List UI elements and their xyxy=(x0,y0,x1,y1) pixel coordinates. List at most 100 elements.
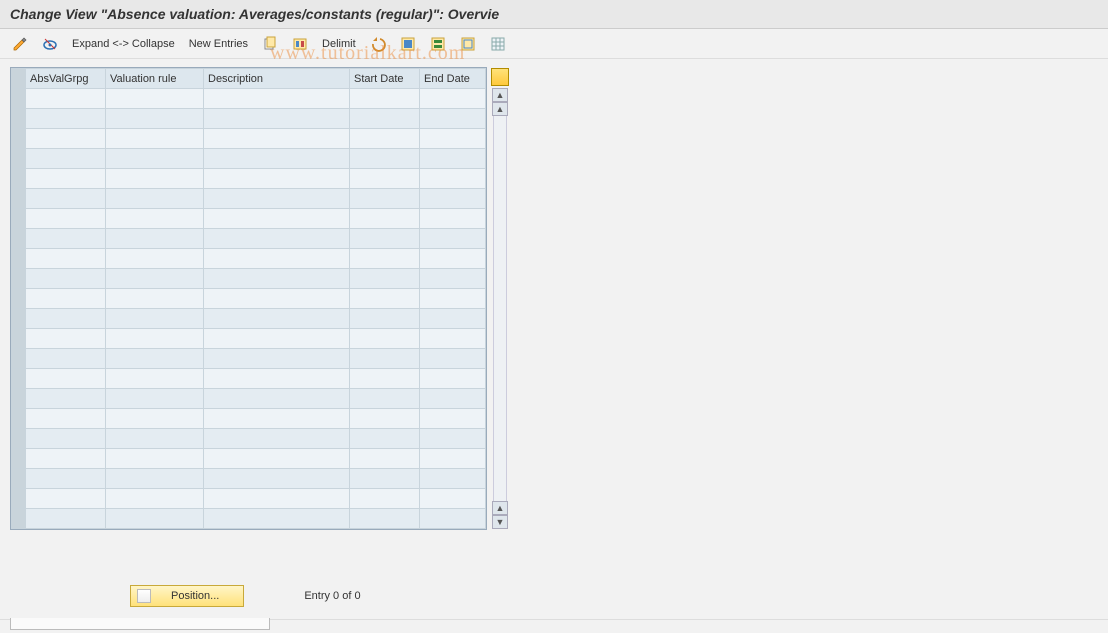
copy-icon[interactable] xyxy=(258,33,282,55)
cell[interactable] xyxy=(204,469,350,489)
table-row[interactable] xyxy=(12,209,486,229)
row-selector[interactable] xyxy=(12,249,26,269)
cell[interactable] xyxy=(420,149,486,169)
cell[interactable] xyxy=(350,89,420,109)
new-entries-button[interactable]: New Entries xyxy=(185,33,252,55)
cell[interactable] xyxy=(420,209,486,229)
table-row[interactable] xyxy=(12,329,486,349)
row-selector[interactable] xyxy=(12,289,26,309)
cell[interactable] xyxy=(420,309,486,329)
table-row[interactable] xyxy=(12,189,486,209)
cell[interactable] xyxy=(204,329,350,349)
table-row[interactable] xyxy=(12,509,486,529)
cell[interactable] xyxy=(204,289,350,309)
cell[interactable] xyxy=(106,269,204,289)
table-row[interactable] xyxy=(12,449,486,469)
scroll-down-button-2[interactable]: ▲ xyxy=(492,501,508,515)
cell[interactable] xyxy=(350,389,420,409)
table-row[interactable] xyxy=(12,89,486,109)
table-row[interactable] xyxy=(12,369,486,389)
col-description[interactable]: Description xyxy=(204,69,350,89)
cell[interactable] xyxy=(26,249,106,269)
cell[interactable] xyxy=(106,209,204,229)
cell[interactable] xyxy=(350,189,420,209)
table-settings-icon[interactable] xyxy=(486,33,510,55)
cell[interactable] xyxy=(26,149,106,169)
cell[interactable] xyxy=(420,89,486,109)
cell[interactable] xyxy=(106,109,204,129)
delete-icon[interactable] xyxy=(288,33,312,55)
cell[interactable] xyxy=(350,329,420,349)
cell[interactable] xyxy=(26,209,106,229)
cell[interactable] xyxy=(350,349,420,369)
table-row[interactable] xyxy=(12,469,486,489)
cell[interactable] xyxy=(26,349,106,369)
cell[interactable] xyxy=(204,209,350,229)
row-selector[interactable] xyxy=(12,349,26,369)
row-selector-header[interactable] xyxy=(12,69,26,89)
cell[interactable] xyxy=(26,289,106,309)
table-configure-icon[interactable] xyxy=(491,68,509,86)
row-selector[interactable] xyxy=(12,449,26,469)
cell[interactable] xyxy=(420,429,486,449)
cell[interactable] xyxy=(26,89,106,109)
cell[interactable] xyxy=(350,289,420,309)
cell[interactable] xyxy=(26,309,106,329)
cell[interactable] xyxy=(106,329,204,349)
cell[interactable] xyxy=(420,269,486,289)
cell[interactable] xyxy=(204,269,350,289)
cell[interactable] xyxy=(420,189,486,209)
cell[interactable] xyxy=(26,269,106,289)
col-start-date[interactable]: Start Date xyxy=(350,69,420,89)
row-selector[interactable] xyxy=(12,429,26,449)
table-row[interactable] xyxy=(12,129,486,149)
row-selector[interactable] xyxy=(12,329,26,349)
col-valuation-rule[interactable]: Valuation rule xyxy=(106,69,204,89)
table-row[interactable] xyxy=(12,389,486,409)
cell[interactable] xyxy=(106,149,204,169)
cell[interactable] xyxy=(106,229,204,249)
cell[interactable] xyxy=(106,389,204,409)
row-selector[interactable] xyxy=(12,109,26,129)
row-selector[interactable] xyxy=(12,389,26,409)
cell[interactable] xyxy=(204,349,350,369)
table-row[interactable] xyxy=(12,149,486,169)
cell[interactable] xyxy=(420,289,486,309)
cell[interactable] xyxy=(420,249,486,269)
cell[interactable] xyxy=(106,429,204,449)
cell[interactable] xyxy=(350,269,420,289)
scroll-track[interactable] xyxy=(493,116,507,501)
cell[interactable] xyxy=(420,489,486,509)
cell[interactable] xyxy=(204,149,350,169)
cell[interactable] xyxy=(106,349,204,369)
cell[interactable] xyxy=(350,249,420,269)
cell[interactable] xyxy=(26,509,106,529)
other-view-icon[interactable] xyxy=(38,33,62,55)
cell[interactable] xyxy=(420,169,486,189)
row-selector[interactable] xyxy=(12,149,26,169)
table-row[interactable] xyxy=(12,289,486,309)
statusbar-tab[interactable] xyxy=(10,618,270,630)
cell[interactable] xyxy=(106,369,204,389)
cell[interactable] xyxy=(420,369,486,389)
cell[interactable] xyxy=(350,129,420,149)
cell[interactable] xyxy=(350,169,420,189)
deselect-all-icon[interactable] xyxy=(456,33,480,55)
cell[interactable] xyxy=(350,429,420,449)
cell[interactable] xyxy=(106,89,204,109)
cell[interactable] xyxy=(204,509,350,529)
position-button[interactable]: Position... xyxy=(130,585,244,607)
cell[interactable] xyxy=(420,109,486,129)
cell[interactable] xyxy=(204,489,350,509)
cell[interactable] xyxy=(26,189,106,209)
cell[interactable] xyxy=(350,149,420,169)
toggle-display-change-icon[interactable] xyxy=(8,33,32,55)
undo-icon[interactable] xyxy=(366,33,390,55)
cell[interactable] xyxy=(350,309,420,329)
cell[interactable] xyxy=(420,469,486,489)
cell[interactable] xyxy=(204,89,350,109)
expand-collapse-button[interactable]: Expand <-> Collapse xyxy=(68,33,179,55)
table-row[interactable] xyxy=(12,249,486,269)
cell[interactable] xyxy=(106,129,204,149)
table-row[interactable] xyxy=(12,349,486,369)
